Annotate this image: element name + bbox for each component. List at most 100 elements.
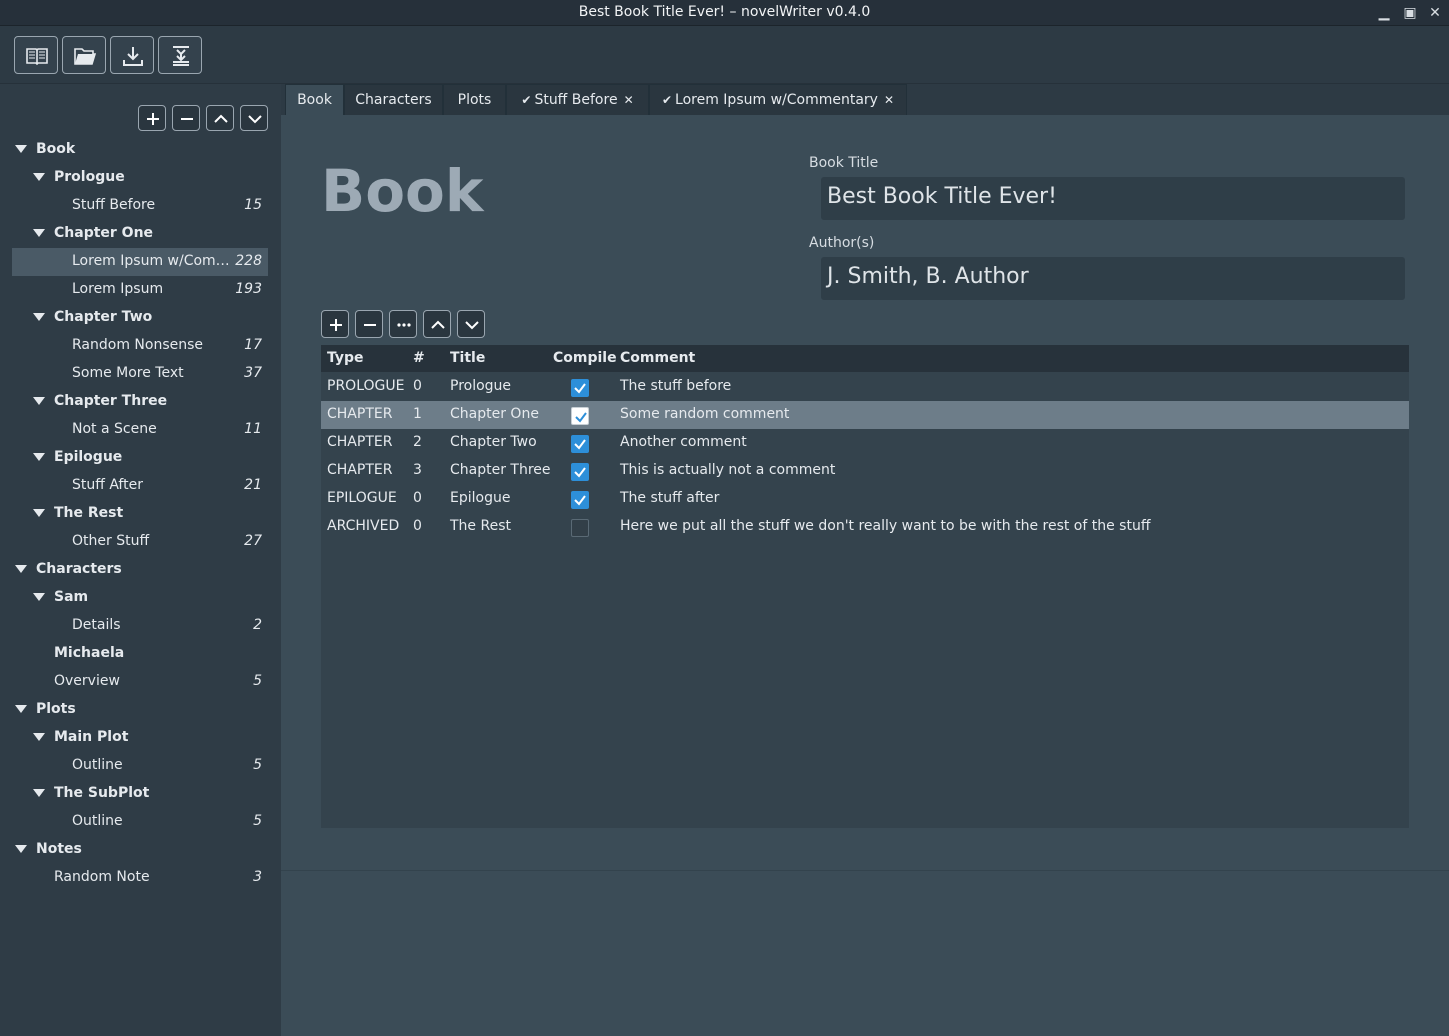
title-bar: Best Book Title Ever! – novelWriter v0.4…	[0, 0, 1449, 26]
move-up-button[interactable]	[206, 105, 234, 131]
tree-item[interactable]: Notes	[12, 836, 268, 864]
tree-item[interactable]: Stuff Before 15	[12, 192, 268, 220]
tree-item[interactable]: Random Nonsense 17	[12, 332, 268, 360]
table-row[interactable]: EPILOGUE 0 Epilogue The stuff after	[321, 485, 1409, 513]
tab-lorem-ipsum[interactable]: ✔ Lorem Ipsum w/Commentary ✕	[649, 84, 907, 115]
table-row[interactable]: CHAPTER 1 Chapter One Some random comment	[321, 401, 1409, 429]
authors-label: Author(s)	[809, 235, 875, 251]
tree-item[interactable]: Lorem Ipsum 193	[12, 276, 268, 304]
expand-arrow-icon[interactable]	[15, 705, 27, 713]
tree-item[interactable]: Overview 5	[12, 668, 268, 696]
open-project-button[interactable]	[14, 36, 58, 74]
tree-item[interactable]: The SubPlot	[12, 780, 268, 808]
window-title: Best Book Title Ever! – novelWriter v0.4…	[578, 4, 871, 20]
expand-arrow-icon[interactable]	[33, 509, 45, 517]
move-row-up-button[interactable]	[423, 310, 451, 338]
open-folder-button[interactable]	[62, 36, 106, 74]
tree-item[interactable]: Outline 5	[12, 808, 268, 836]
close-button[interactable]: ✕	[1425, 3, 1445, 23]
title-cell: Prologue	[450, 378, 512, 394]
tree-item[interactable]: Details 2	[12, 612, 268, 640]
build-button[interactable]	[158, 36, 202, 74]
move-down-button[interactable]	[240, 105, 268, 131]
move-row-down-button[interactable]	[457, 310, 485, 338]
tab-plots[interactable]: Plots	[443, 84, 506, 115]
compile-checkbox[interactable]	[571, 407, 589, 425]
column-header-title[interactable]: Title	[450, 350, 485, 366]
tree-item[interactable]: Book	[12, 136, 268, 164]
save-button[interactable]	[110, 36, 154, 74]
tree-item-label: Characters	[36, 561, 122, 577]
tree-item[interactable]: Chapter Two	[12, 304, 268, 332]
column-header-number[interactable]: #	[413, 350, 425, 366]
column-header-type[interactable]: Type	[327, 350, 364, 366]
table-row[interactable]: ARCHIVED 0 The Rest Here we put all the stu…	[321, 513, 1409, 541]
tree-item[interactable]: Other Stuff 27	[12, 528, 268, 556]
expand-arrow-icon[interactable]	[15, 845, 27, 853]
tree-item[interactable]: Chapter Three	[12, 388, 268, 416]
more-options-button[interactable]	[389, 310, 417, 338]
tree-item-label: Other Stuff	[72, 533, 150, 549]
expand-arrow-icon[interactable]	[33, 789, 45, 797]
tree-item[interactable]: Characters	[12, 556, 268, 584]
table-row[interactable]: CHAPTER 3 Chapter Three This is actually no…	[321, 457, 1409, 485]
word-count: 21	[244, 477, 262, 493]
close-tab-icon[interactable]: ✕	[884, 93, 894, 107]
expand-arrow-icon[interactable]	[33, 313, 45, 321]
tab-characters[interactable]: Characters	[344, 84, 443, 115]
compile-checkbox[interactable]	[571, 435, 589, 453]
word-count: 11	[244, 421, 262, 437]
comment-cell: Another comment	[620, 434, 747, 450]
main-toolbar	[0, 26, 1449, 84]
expand-arrow-icon[interactable]	[15, 565, 27, 573]
column-header-comment[interactable]: Comment	[620, 350, 695, 366]
tree-item[interactable]: Prologue	[12, 164, 268, 192]
add-item-button[interactable]	[138, 105, 166, 131]
tab-stuff-before[interactable]: ✔ Stuff Before ✕	[506, 84, 649, 115]
minimize-button[interactable]: ▁	[1374, 3, 1394, 23]
expand-arrow-icon[interactable]	[33, 397, 45, 405]
compile-checkbox[interactable]	[571, 379, 589, 397]
tree-item[interactable]: Michaela	[12, 640, 268, 668]
status-area	[281, 870, 1449, 1036]
tree-item[interactable]: Not a Scene 11	[12, 416, 268, 444]
plus-icon	[147, 113, 159, 125]
tree-item[interactable]: Some More Text 37	[12, 360, 268, 388]
tree-item[interactable]: Sam	[12, 584, 268, 612]
remove-row-button[interactable]	[355, 310, 383, 338]
minus-icon	[181, 118, 193, 120]
table-row[interactable]: PROLOGUE 0 Prologue The stuff before	[321, 373, 1409, 401]
expand-arrow-icon[interactable]	[15, 145, 27, 153]
minus-icon	[364, 324, 376, 326]
expand-arrow-icon[interactable]	[33, 733, 45, 741]
tree-item[interactable]: Random Note 3	[12, 864, 268, 892]
tree-item[interactable]: Outline 5	[12, 752, 268, 780]
tree-item[interactable]: Stuff After 21	[12, 472, 268, 500]
tree-item[interactable]: Plots	[12, 696, 268, 724]
tree-item[interactable]: Epilogue	[12, 444, 268, 472]
title-cell: Chapter Two	[450, 434, 537, 450]
tree-item[interactable]: Chapter One	[12, 220, 268, 248]
tree-item[interactable]: The Rest	[12, 500, 268, 528]
compile-checkbox[interactable]	[571, 519, 589, 537]
add-row-button[interactable]	[321, 310, 349, 338]
expand-arrow-icon[interactable]	[33, 593, 45, 601]
tree-item-label: Chapter One	[54, 225, 154, 241]
tree-item[interactable]: Main Plot	[12, 724, 268, 752]
maximize-button[interactable]: ▣	[1400, 3, 1420, 23]
word-count: 17	[244, 337, 262, 353]
close-tab-icon[interactable]: ✕	[624, 93, 634, 107]
tab-book[interactable]: Book	[285, 84, 344, 115]
column-header-compile[interactable]: Compile	[553, 350, 617, 366]
tree-item[interactable]: Lorem Ipsum w/Com… 228	[12, 248, 268, 276]
table-row[interactable]: CHAPTER 2 Chapter Two Another comment	[321, 429, 1409, 457]
compile-checkbox[interactable]	[571, 491, 589, 509]
authors-field[interactable]: J. Smith, B. Author	[821, 257, 1405, 300]
compile-checkbox[interactable]	[571, 463, 589, 481]
book-title-field[interactable]: Best Book Title Ever!	[821, 177, 1405, 220]
expand-arrow-icon[interactable]	[33, 229, 45, 237]
expand-arrow-icon[interactable]	[33, 453, 45, 461]
check-icon	[574, 383, 586, 394]
expand-arrow-icon[interactable]	[33, 173, 45, 181]
remove-item-button[interactable]	[172, 105, 200, 131]
